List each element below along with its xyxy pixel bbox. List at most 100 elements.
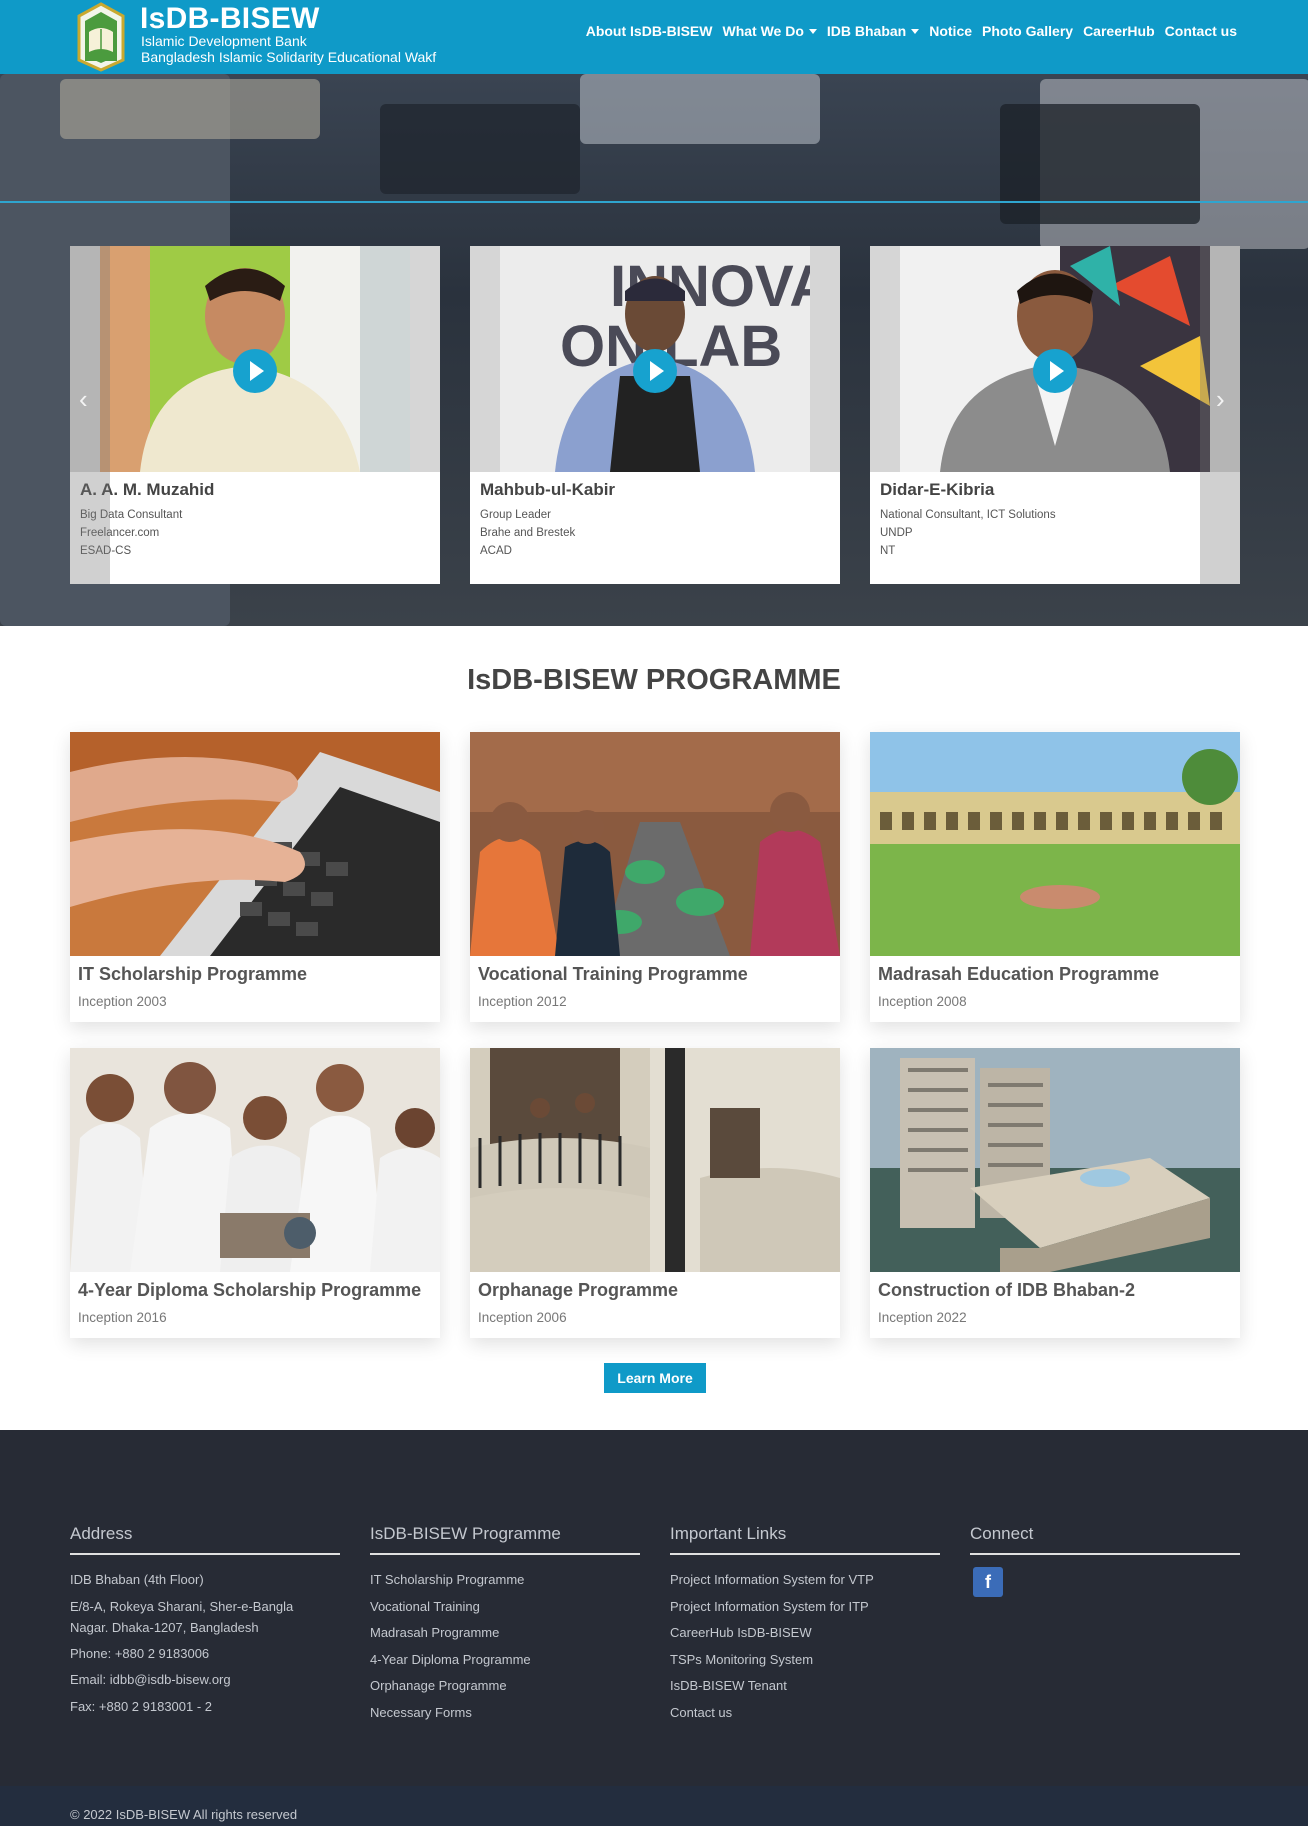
chevron-left-icon[interactable]: ‹: [79, 384, 88, 415]
site-footer: Address IDB Bhaban (4th Floor) E/8-A, Ro…: [0, 1430, 1308, 1786]
hero-divider: [0, 201, 1308, 203]
nav-what-we-do[interactable]: What We Do: [722, 23, 817, 39]
footer-connect-heading: Connect: [970, 1524, 1240, 1555]
learn-more-button[interactable]: Learn More: [604, 1363, 706, 1393]
programme-image: [470, 732, 840, 956]
footer-link-contact[interactable]: Contact us: [670, 1700, 940, 1727]
footer-email[interactable]: Email: idbb@isdb-bisew.org: [70, 1667, 340, 1694]
testimonial-role: Big Data Consultant: [80, 509, 183, 521]
testimonial-name: A. A. M. Muzahid: [80, 480, 215, 499]
play-video-icon[interactable]: [233, 349, 277, 393]
nav-careerhub[interactable]: CareerHub: [1083, 23, 1155, 39]
testimonial-role: Group Leader: [480, 509, 551, 521]
footer-address-line: IDB Bhaban (4th Floor): [70, 1572, 204, 1587]
footer-programme-heading: IsDB-BISEW Programme: [370, 1524, 640, 1555]
site-subtitle-idb: Islamic Development Bank: [141, 33, 307, 49]
testimonial-organization: UNDP: [880, 527, 913, 539]
programme-inception: Inception 2022: [878, 1310, 967, 1325]
testimonial-batch: NT: [880, 545, 896, 557]
testimonial-card[interactable]: A. A. M. Muzahid Big Data Consultant Fre…: [70, 246, 440, 584]
isdb-bisew-logo[interactable]: [71, 2, 131, 72]
testimonial-batch: ACAD: [480, 545, 512, 557]
testimonial-card[interactable]: INNOVAT ON LAB Mahbub-ul-Kabir Group Lea…: [470, 246, 840, 584]
programme-inception: Inception 2012: [478, 994, 567, 1009]
footer-links-column: Important Links Project Information Syst…: [670, 1524, 940, 1726]
footer-link-careerhub[interactable]: CareerHub IsDB-BISEW: [670, 1620, 940, 1647]
hero-background-shape: [1000, 104, 1200, 224]
testimonial-organization: Brahe and Brestek: [480, 527, 576, 539]
footer-link-it-scholarship[interactable]: IT Scholarship Programme: [370, 1567, 640, 1594]
nav-about[interactable]: About IsDB-BISEW: [586, 23, 713, 39]
testimonial-batch: ESAD-CS: [80, 545, 132, 557]
programme-section-title: IsDB-BISEW PROGRAMME: [467, 664, 841, 696]
programme-inception: Inception 2016: [78, 1310, 167, 1325]
nav-photo-gallery-label: Photo Gallery: [982, 23, 1074, 39]
hero-background-shape: [380, 104, 580, 194]
testimonial-role: National Consultant, ICT Solutions: [880, 509, 1056, 521]
footer-links-heading: Important Links: [670, 1524, 940, 1555]
testimonial-organization: Freelancer.com: [80, 527, 160, 539]
site-subtitle-bisew: Bangladesh Islamic Solidarity Educationa…: [141, 49, 437, 65]
programme-card[interactable]: Construction of IDB Bhaban-2 Inception 2…: [870, 1048, 1240, 1338]
programme-card[interactable]: Orphanage Programme Inception 2006: [470, 1048, 840, 1338]
programme-card[interactable]: IT Scholarship Programme Inception 2003: [70, 732, 440, 1022]
play-video-icon[interactable]: [1033, 349, 1077, 393]
nav-idb-bhaban[interactable]: IDB Bhaban: [826, 23, 920, 39]
footer-link-vocational[interactable]: Vocational Training: [370, 1594, 640, 1621]
footer-fax: Fax: +880 2 9183001 - 2: [70, 1698, 213, 1714]
programme-inception: Inception 2003: [78, 994, 167, 1009]
footer-link-tsp-monitoring[interactable]: TSPs Monitoring System: [670, 1647, 940, 1674]
footer-address-line: Nagar. Dhaka-1207, Bangladesh: [70, 1619, 259, 1635]
programme-title[interactable]: Madrasah Education Programme: [878, 964, 1159, 985]
programme-inception: Inception 2008: [878, 994, 967, 1009]
footer-link-madrasah[interactable]: Madrasah Programme: [370, 1620, 640, 1647]
programme-image: [70, 1048, 440, 1272]
footer-connect-column: Connect f: [970, 1524, 1240, 1597]
footer-link-pis-itp[interactable]: Project Information System for ITP: [670, 1594, 940, 1621]
copyright-text: © 2022 IsDB-BISEW All rights reserved: [70, 1807, 298, 1822]
chevron-right-icon[interactable]: ›: [1216, 384, 1225, 415]
programme-inception: Inception 2006: [478, 1310, 567, 1325]
programme-title[interactable]: IT Scholarship Programme: [78, 964, 307, 985]
programme-image: [870, 732, 1240, 956]
site-title[interactable]: IsDB-BISEW: [140, 2, 320, 36]
programme-image: [870, 1048, 1240, 1272]
caret-down-icon: [808, 28, 817, 34]
footer-link-diploma[interactable]: 4-Year Diploma Programme: [370, 1647, 640, 1674]
nav-notice[interactable]: Notice: [929, 23, 972, 39]
carousel-edge-shade: [70, 246, 110, 584]
footer-address-column: Address IDB Bhaban (4th Floor) E/8-A, Ro…: [70, 1524, 340, 1720]
hero-background-shape: [580, 74, 820, 144]
nav-photo-gallery[interactable]: Photo Gallery: [982, 23, 1073, 39]
programme-card[interactable]: 4-Year Diploma Scholarship Programme Inc…: [70, 1048, 440, 1338]
programme-image: [70, 732, 440, 956]
nav-about-label: About IsDB-BISEW: [585, 23, 713, 39]
footer-address-line: E/8-A, Rokeya Sharani, Sher-e-Bangla: [70, 1598, 294, 1614]
nav-what-we-do-label: What We Do: [722, 23, 804, 39]
footer-link-pis-vtp[interactable]: Project Information System for VTP: [670, 1567, 940, 1594]
testimonial-card[interactable]: Didar-E-Kibria National Consultant, ICT …: [870, 246, 1240, 584]
programme-title[interactable]: 4-Year Diploma Scholarship Programme: [78, 1280, 421, 1301]
play-video-icon[interactable]: [633, 349, 677, 393]
facebook-icon[interactable]: f: [973, 1567, 1003, 1597]
nav-contact-label: Contact us: [1164, 23, 1237, 39]
main-nav: About IsDB-BISEW What We Do IDB Bhaban N…: [586, 23, 1237, 39]
footer-address-heading: Address: [70, 1524, 340, 1555]
programme-title[interactable]: Vocational Training Programme: [478, 964, 748, 985]
testimonial-name: Mahbub-ul-Kabir: [480, 480, 616, 499]
site-header: IsDB-BISEW Islamic Development Bank Bang…: [0, 0, 1308, 74]
nav-careerhub-label: CareerHub: [1083, 23, 1155, 39]
footer-link-forms[interactable]: Necessary Forms: [370, 1700, 640, 1727]
programme-title[interactable]: Construction of IDB Bhaban-2: [878, 1280, 1135, 1301]
nav-notice-label: Notice: [929, 23, 973, 39]
carousel-edge-shade: [1200, 246, 1240, 584]
footer-link-tenant[interactable]: IsDB-BISEW Tenant: [670, 1673, 940, 1700]
nav-idb-bhaban-label: IDB Bhaban: [826, 23, 907, 39]
programme-card[interactable]: Vocational Training Programme Inception …: [470, 732, 840, 1022]
programme-title[interactable]: Orphanage Programme: [478, 1280, 678, 1301]
programme-card[interactable]: Madrasah Education Programme Inception 2…: [870, 732, 1240, 1022]
footer-link-orphanage[interactable]: Orphanage Programme: [370, 1673, 640, 1700]
footer-programme-column: IsDB-BISEW Programme IT Scholarship Prog…: [370, 1524, 640, 1726]
nav-contact[interactable]: Contact us: [1165, 23, 1237, 39]
testimonial-info: Mahbub-ul-Kabir Group Leader Brahe and B…: [470, 472, 840, 584]
